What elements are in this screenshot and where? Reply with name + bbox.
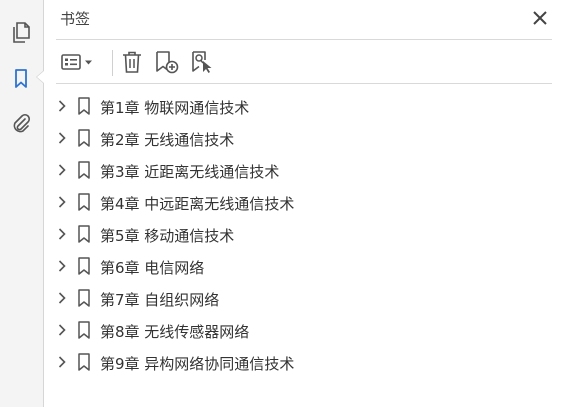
chevron-right-icon[interactable] <box>56 99 68 113</box>
left-rail <box>0 0 44 407</box>
bookmark-label: 第5章 移动通信技术 <box>100 227 235 245</box>
list-options-icon <box>61 54 92 70</box>
bookmark-item[interactable]: 第6章 电信网络 <box>44 250 580 282</box>
bookmark-label: 第6章 电信网络 <box>100 259 205 277</box>
chevron-right-icon[interactable] <box>56 163 68 177</box>
bookmark-item[interactable]: 第2章 无线通信技术 <box>44 122 580 154</box>
bookmark-icon <box>77 289 91 307</box>
paperclip-icon <box>13 113 31 133</box>
bookmarks-tab-button[interactable] <box>8 66 34 92</box>
chevron-right-icon[interactable] <box>56 355 68 369</box>
bookmark-icon <box>15 69 27 88</box>
bookmark-icon <box>77 225 91 243</box>
bookmarks-panel: 书签 第1章 物联网通信技术 第2章 无线通信技术 第3章 近距离无线通信技术 … <box>44 0 580 407</box>
bookmark-add-icon <box>156 51 179 74</box>
bookmark-icon <box>77 257 91 275</box>
bookmark-icon <box>77 353 91 371</box>
bookmark-list: 第1章 物联网通信技术 第2章 无线通信技术第3章 近距离无线通信技术 第4章 中远… <box>44 90 580 378</box>
chevron-right-icon[interactable] <box>56 131 68 145</box>
bookmark-icon <box>77 129 91 147</box>
copy-pages-icon <box>13 22 30 43</box>
chevron-right-icon[interactable] <box>56 259 68 273</box>
active-tab-pointer <box>36 70 44 84</box>
bookmark-label: 第4章 中远距离无线通信技术 <box>100 195 295 213</box>
divider <box>56 83 552 84</box>
bookmark-item[interactable]: 第8章 无线传感器网络 <box>44 314 580 346</box>
bookmark-icon <box>77 161 91 179</box>
bookmark-label: 第3章 近距离无线通信技术 <box>100 163 280 181</box>
bookmark-find-icon <box>192 51 212 73</box>
bookmark-item[interactable]: 第3章 近距离无线通信技术 <box>44 154 580 186</box>
attachments-button[interactable] <box>8 111 34 137</box>
pages-thumbnail-button[interactable] <box>8 20 34 46</box>
toolbar-separator <box>112 50 113 76</box>
close-button[interactable] <box>530 8 550 28</box>
bookmarks-toolbar <box>56 46 576 78</box>
chevron-right-icon[interactable] <box>56 323 68 337</box>
chevron-right-icon[interactable] <box>56 227 68 241</box>
chevron-right-icon[interactable] <box>56 291 68 305</box>
bookmark-icon <box>77 321 91 339</box>
bookmark-label: 第1章 物联网通信技术 <box>100 99 250 117</box>
bookmark-item[interactable]: 第4章 中远距离无线通信技术 <box>44 186 580 218</box>
delete-bookmark-button[interactable] <box>118 48 146 76</box>
trash-icon <box>123 51 141 73</box>
bookmark-item[interactable]: 第5章 移动通信技术 <box>44 218 580 250</box>
bookmark-item[interactable]: 第1章 物联网通信技术 <box>44 90 580 122</box>
bookmark-label: 第8章 无线传感器网络 <box>100 323 250 341</box>
chevron-down-icon <box>85 60 92 65</box>
bookmark-label: 第2章 无线通信技术 <box>100 131 235 149</box>
new-bookmark-button[interactable] <box>152 48 182 76</box>
bookmark-item[interactable]: 第7章 自组织网络 <box>44 282 580 314</box>
panel-title: 书签 <box>60 10 91 28</box>
bookmark-label: 第9章 异构网络协同通信技术 <box>100 355 295 373</box>
chevron-right-icon[interactable] <box>56 195 68 209</box>
bookmark-icon <box>77 193 91 211</box>
bookmark-label: 第7章 自组织网络 <box>100 291 220 309</box>
bookmark-icon <box>77 97 91 115</box>
find-bookmark-button[interactable] <box>188 48 218 76</box>
divider <box>56 39 552 40</box>
options-dropdown-button[interactable] <box>58 48 98 76</box>
close-icon <box>533 11 547 25</box>
bookmark-item[interactable]: 第9章 异构网络协同通信技术 <box>44 346 580 378</box>
